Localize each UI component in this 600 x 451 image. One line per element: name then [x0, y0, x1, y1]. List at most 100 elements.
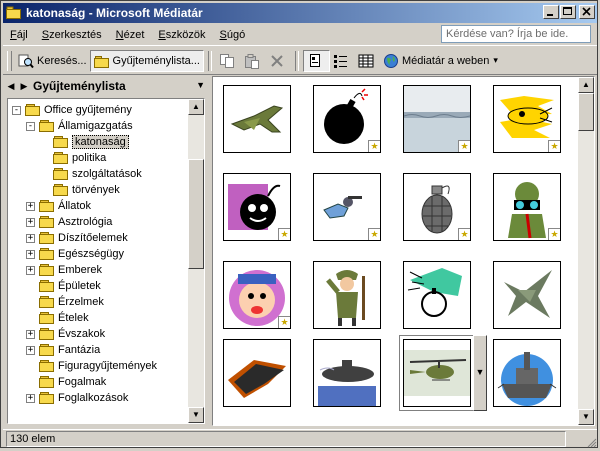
folder-icon [53, 167, 69, 181]
list-view-button[interactable] [330, 50, 355, 72]
tree-node-label: törvények [72, 184, 120, 196]
tree-node-label: Foglalkozások [58, 392, 129, 404]
soldier-crawling-clipart[interactable]: ★ [313, 173, 381, 241]
tree-node[interactable]: + Egészségügy [26, 246, 124, 262]
tree-node-label: Ételek [58, 312, 89, 324]
collection-tree[interactable]: + Foglalkozások Fogalmak Figuragyűjtemények… [7, 98, 205, 424]
tree-node[interactable]: + Asztrológia [26, 214, 112, 230]
scroll-down-button[interactable]: ▼ [188, 407, 204, 423]
forward-arrow-icon[interactable]: ▶ [19, 80, 29, 92]
fighter-jet-topview-clipart[interactable] [493, 261, 561, 329]
thumbnails-view-button[interactable] [302, 49, 330, 72]
menu-edit[interactable]: Szerkesztés [35, 29, 109, 41]
tree-node[interactable]: - Office gyűjtemény [12, 102, 132, 118]
saluting-soldier-clipart[interactable] [313, 261, 381, 329]
delete-icon [269, 53, 285, 69]
gallery-scroll-up-button[interactable]: ▲ [578, 77, 594, 93]
folder-icon [39, 263, 55, 277]
motion-clip-badge-icon: ★ [458, 228, 470, 240]
expand-icon[interactable]: + [26, 345, 35, 355]
tree-node[interactable]: + Foglalkozások [26, 390, 128, 406]
tree-node[interactable]: + Évszakok [26, 326, 105, 342]
minimize-button[interactable] [543, 5, 559, 19]
delete-button[interactable] [266, 50, 291, 72]
tree-node[interactable]: Fogalmak [26, 374, 106, 390]
web-collections-button[interactable]: Médiatár a weben ▾ [380, 50, 501, 72]
menu-file[interactable]: Fájl [3, 29, 35, 41]
soldier-binoculars-clipart[interactable]: ★ [493, 173, 561, 241]
item-menu-chevron-icon[interactable]: ▼ [473, 335, 487, 411]
resize-grip-icon[interactable] [585, 436, 597, 448]
expand-icon[interactable]: + [26, 329, 35, 339]
submarine-clipart[interactable] [313, 339, 381, 407]
menu-view[interactable]: Nézet [109, 29, 152, 41]
expand-icon[interactable]: + [26, 217, 35, 227]
tree-node[interactable]: törvények [40, 182, 120, 198]
tree-scrollbar[interactable]: ▲ ▼ [188, 99, 204, 423]
tree-node-label: Fantázia [58, 344, 101, 356]
search-icon [18, 53, 34, 69]
expand-icon[interactable]: + [26, 393, 35, 403]
bomb-clipart[interactable]: ★ [313, 85, 381, 153]
missile-clipart[interactable]: ★ [493, 85, 561, 153]
tree-node[interactable]: - Államigazgatás [26, 118, 133, 134]
tree-node[interactable]: + Állatok [26, 198, 91, 214]
collapse-icon[interactable]: - [12, 105, 21, 115]
grenade-clipart[interactable]: ★ [403, 173, 471, 241]
maximize-button[interactable] [560, 5, 576, 19]
toolbar-grip[interactable] [7, 50, 12, 71]
tree-node[interactable]: + Emberek [26, 262, 102, 278]
tree-scroll-thumb[interactable] [188, 159, 204, 269]
expand-icon[interactable]: + [26, 249, 35, 259]
folder-app-icon[interactable] [6, 6, 22, 20]
gallery-scrollbar[interactable]: ▲ ▼ [578, 77, 594, 425]
expand-icon[interactable]: + [26, 233, 35, 243]
paste-button[interactable] [241, 50, 266, 72]
bomb-drop-clipart[interactable] [403, 261, 471, 329]
details-view-button[interactable] [355, 50, 380, 72]
tree-node[interactable]: Épületek [26, 278, 101, 294]
tree-node[interactable]: Ételek [26, 310, 89, 326]
tree-node[interactable]: Figuragyűjtemények [26, 358, 157, 374]
scroll-up-button[interactable]: ▲ [188, 99, 204, 115]
tree-node[interactable]: politika [40, 150, 106, 166]
cartoon-face-clipart[interactable]: ★ [223, 261, 291, 329]
cartoon-bomb-clipart[interactable]: ★ [223, 173, 291, 241]
tree-node[interactable]: szolgáltatások [40, 166, 142, 182]
tree-node[interactable]: + Fantázia [26, 342, 100, 358]
collections-list-button[interactable]: Gyűjteménylista... [89, 49, 204, 72]
copy-button[interactable] [216, 50, 241, 72]
stealth-plane-clipart[interactable] [223, 339, 291, 407]
search-button[interactable]: Keresés... [15, 50, 90, 72]
tree-node-label: politika [72, 152, 107, 164]
pane-menu-chevron-icon[interactable]: ▼ [196, 80, 205, 90]
title-bar[interactable]: katonaság - Microsoft Médiatár [3, 3, 597, 23]
folder-icon [39, 359, 55, 373]
tree-node-label: katonaság [72, 135, 129, 149]
gallery-scroll-down-button[interactable]: ▼ [578, 409, 594, 425]
tree-node-label: Fogalmak [58, 376, 107, 388]
tree-node[interactable]: katonaság [40, 134, 129, 150]
folder-icon [39, 247, 55, 261]
expand-icon[interactable]: + [26, 265, 35, 275]
helicopter-photo[interactable] [403, 339, 471, 407]
jet-fighter-clipart[interactable] [223, 85, 291, 153]
thumbnails-icon [307, 53, 323, 69]
motion-clip-badge-icon: ★ [368, 140, 380, 152]
tree-node-label: Office gyűjtemény [44, 104, 132, 116]
tree-node[interactable]: + Díszítőelemek [26, 230, 128, 246]
menu-help[interactable]: Súgó [213, 29, 253, 41]
tree-node[interactable]: Érzelmek [26, 294, 104, 310]
collapse-icon[interactable]: - [26, 121, 35, 131]
back-arrow-icon[interactable]: ◀ [6, 80, 16, 92]
chevron-down-icon[interactable]: ▾ [493, 55, 498, 66]
folder-icon [39, 231, 55, 245]
help-question-input[interactable]: Kérdése van? Írja be ide. [441, 25, 591, 43]
water-photo[interactable]: ★ [403, 85, 471, 153]
motion-clip-badge-icon: ★ [548, 140, 560, 152]
gallery-scroll-thumb[interactable] [578, 93, 594, 131]
expand-icon[interactable]: + [26, 201, 35, 211]
battleship-clipart[interactable] [493, 339, 561, 407]
menu-tools[interactable]: Eszközök [151, 29, 212, 41]
close-button[interactable] [579, 5, 595, 19]
